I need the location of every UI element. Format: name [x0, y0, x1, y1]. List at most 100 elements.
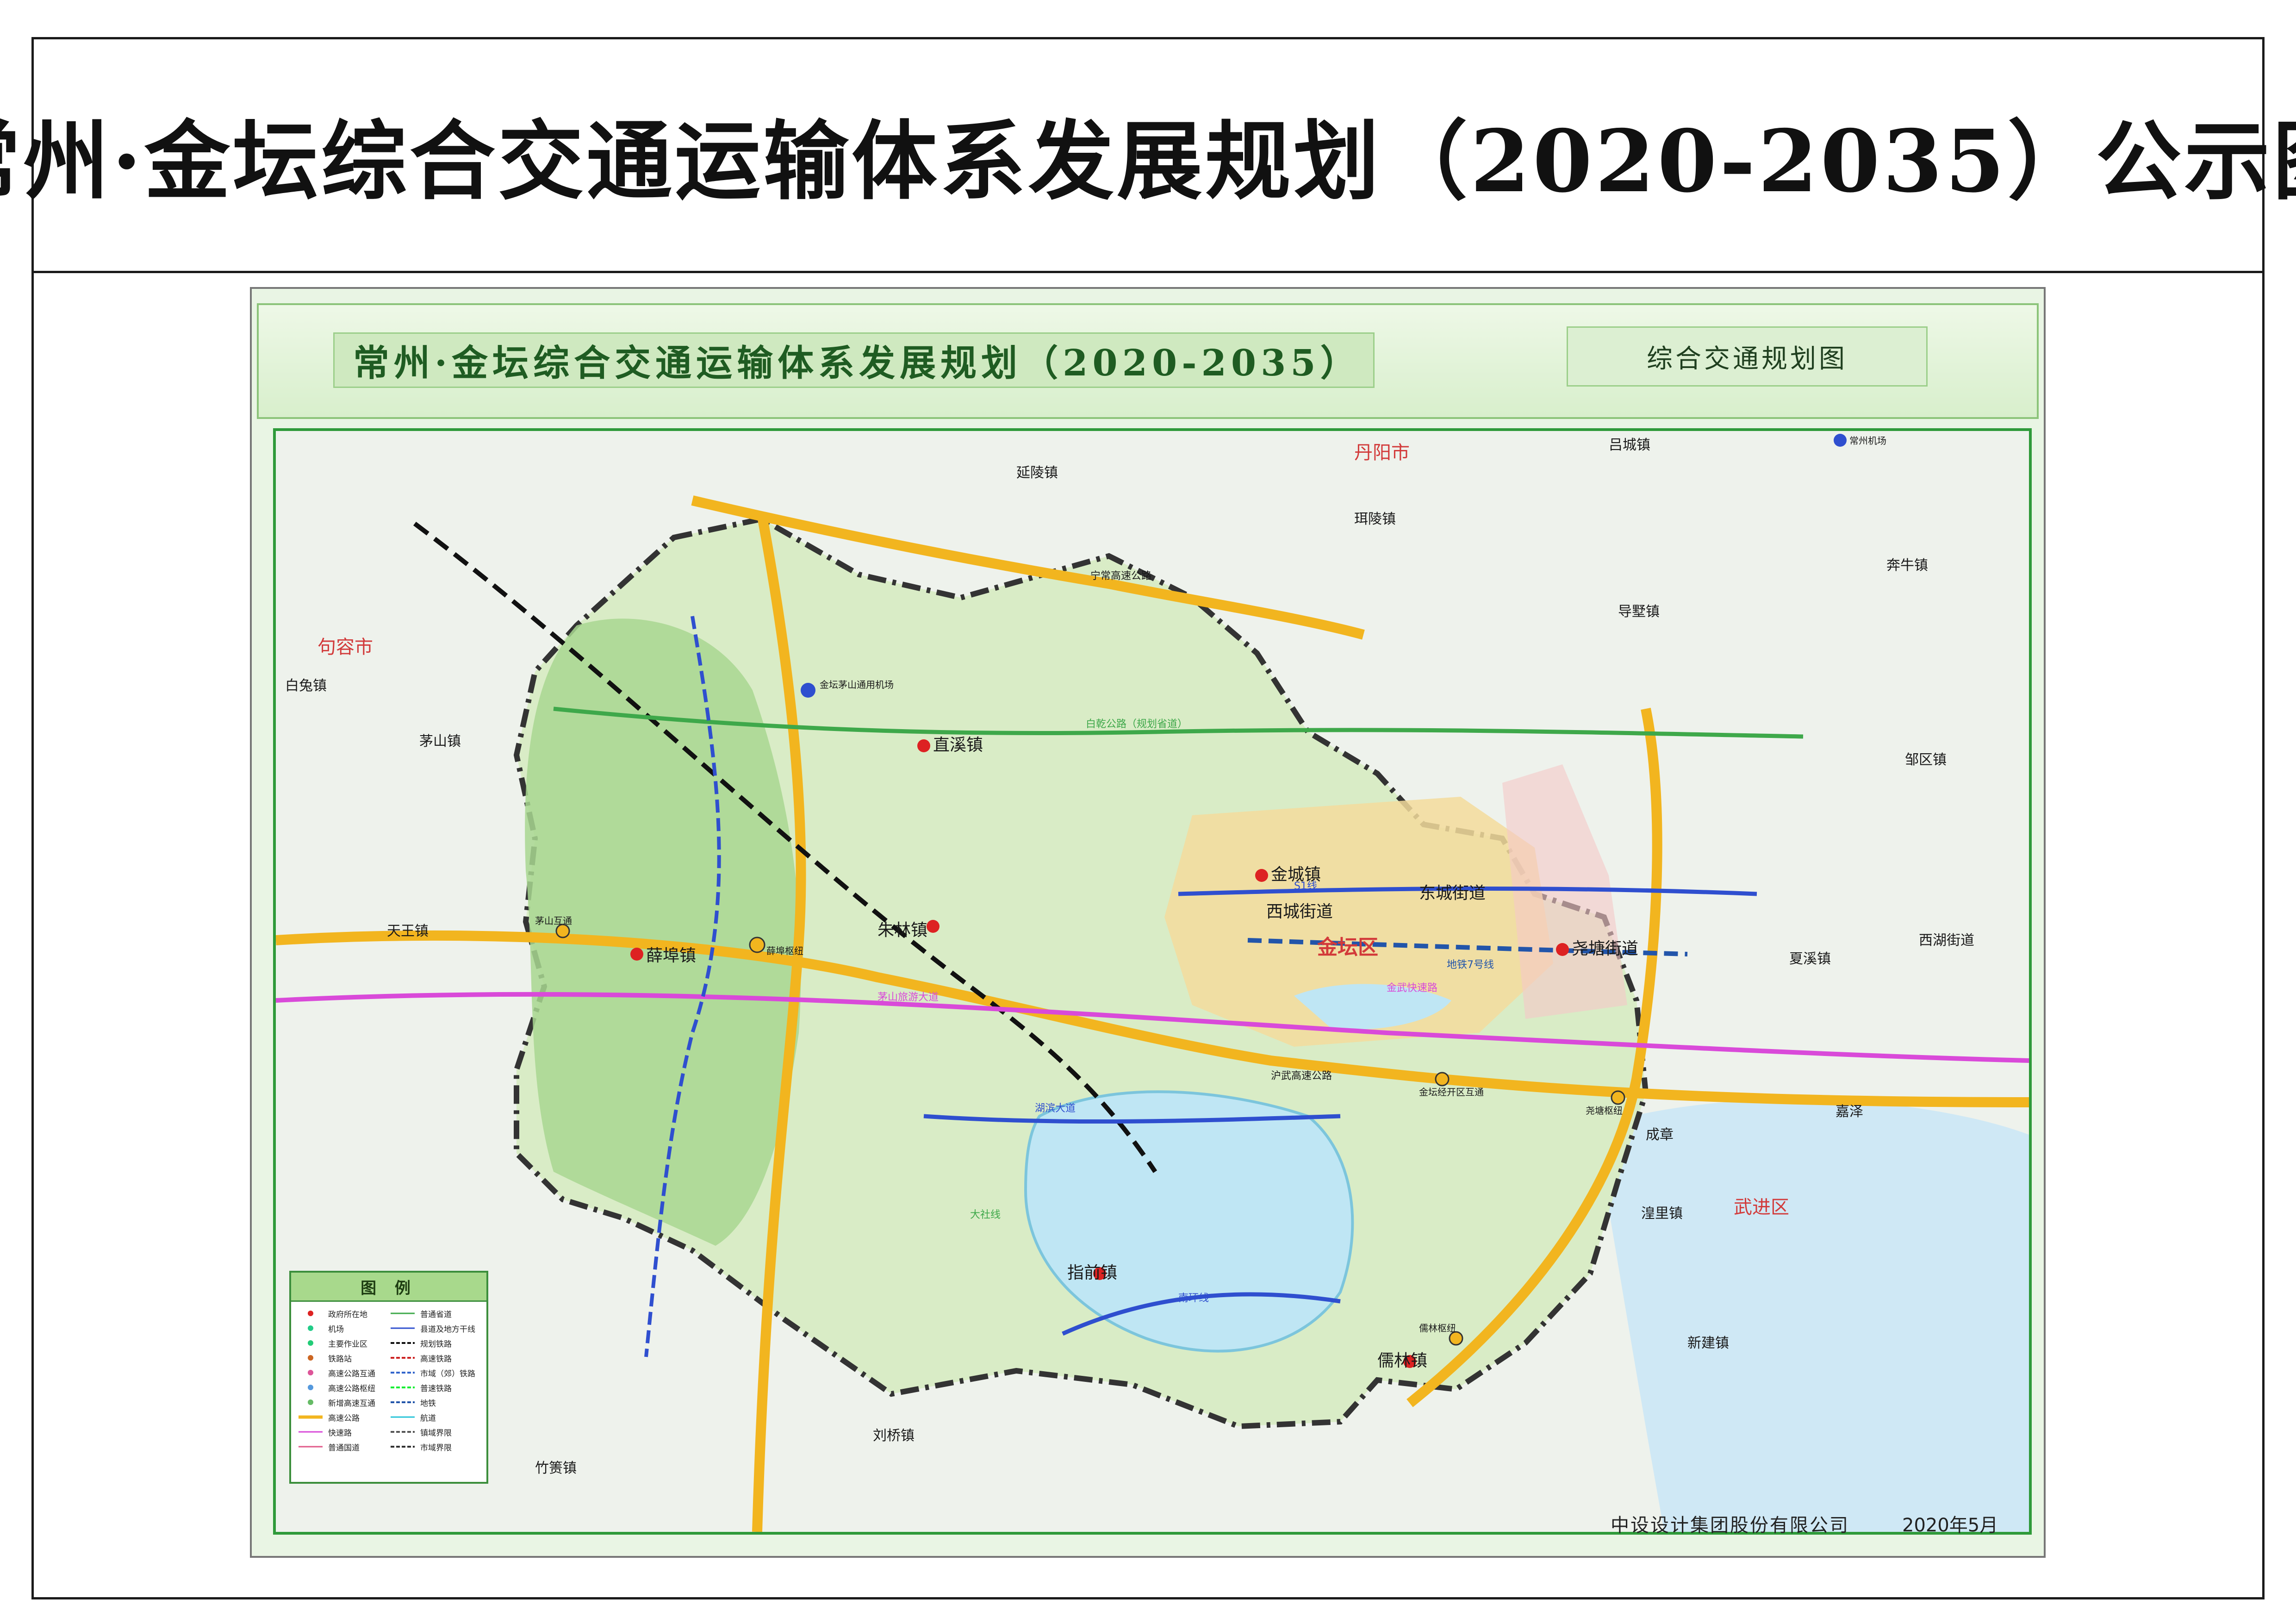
legend-item-label: 新增高速互通	[328, 1399, 375, 1408]
road-label-jinwu: 金武快速路	[1387, 982, 1437, 994]
benniu-airport-icon	[1834, 434, 1847, 447]
map-canvas[interactable]: 直溪镇 朱林镇 薛埠镇 金城镇 西城街道 东城街道 尧塘街道 指前镇 儒林镇 延…	[273, 428, 2032, 1535]
legend-item-label: 高速铁路	[420, 1354, 452, 1364]
legend-item: 高速铁路	[389, 1351, 481, 1365]
legend-title: 图 例	[291, 1273, 486, 1302]
legend-symbol-icon	[297, 1354, 324, 1362]
legend-item-label: 市域界限	[420, 1443, 452, 1453]
map-svg: 直溪镇 朱林镇 薛埠镇 金城镇 西城街道 东城街道 尧塘街道 指前镇 儒林镇 延…	[276, 431, 2029, 1532]
legend-symbol-icon	[297, 1443, 324, 1450]
legend-item: 航道	[389, 1410, 481, 1424]
legend-symbol-icon	[389, 1413, 417, 1421]
label-yaotang-hub: 尧塘枢纽	[1586, 1105, 1623, 1116]
rulin-hub-icon	[1449, 1331, 1463, 1346]
label-xuebu-hub: 薛埠枢纽	[766, 945, 803, 956]
legend-item-label: 政府所在地	[328, 1310, 367, 1319]
legend-item-label: 普速铁路	[420, 1384, 452, 1393]
legend-item: 政府所在地	[297, 1306, 389, 1320]
legend-item-label: 普通国道	[328, 1443, 360, 1453]
legend-item: 快速路	[297, 1425, 389, 1439]
legend-item: 市域（郊）铁路	[389, 1366, 481, 1380]
town-label-huangli: 湟里镇	[1641, 1206, 1683, 1222]
legend-symbol-icon	[389, 1428, 417, 1436]
town-label-daoshu: 导墅镇	[1618, 604, 1660, 620]
town-label-lvcheng: 吕城镇	[1609, 437, 1650, 453]
legend-symbol-icon	[389, 1354, 417, 1362]
jintan-hub-icon	[1435, 1072, 1450, 1087]
legend-symbol-icon	[389, 1443, 417, 1450]
legend-item: 铁路站	[297, 1351, 389, 1365]
town-label-yanling: 延陵镇	[1016, 465, 1058, 481]
legend-item-label: 高速公路枢纽	[328, 1384, 375, 1393]
legend-symbol-icon	[389, 1339, 417, 1347]
town-label-erling: 珥陵镇	[1354, 511, 1396, 527]
legend-item: 普通省道	[389, 1306, 481, 1320]
map-subtitle: 常州·金坛综合交通运输体系发展规划（2020-2035）	[333, 332, 1375, 388]
legend-item: 高速公路	[297, 1410, 389, 1424]
xuebu-hub-icon	[749, 937, 765, 953]
legend-item: 市域界限	[389, 1440, 481, 1454]
town-label-xiaxi: 夏溪镇	[1789, 951, 1831, 967]
legend-item-label: 机场	[328, 1324, 344, 1334]
town-label-baitu: 白兔镇	[285, 678, 327, 694]
town-label-chengzhang: 成章	[1646, 1127, 1674, 1143]
legend-symbol-icon	[297, 1339, 324, 1347]
legend-symbol-icon	[389, 1399, 417, 1406]
legend-item: 普速铁路	[389, 1380, 481, 1394]
legend-item: 镇域界限	[389, 1425, 481, 1439]
legend-symbol-icon	[297, 1413, 324, 1421]
town-label-benniu: 奔牛镇	[1886, 557, 1928, 574]
legend-item: 普通国道	[297, 1440, 389, 1454]
legend-item-label: 高速公路	[328, 1413, 360, 1423]
xuebu-marker	[630, 948, 643, 961]
legend-symbol-icon	[389, 1324, 417, 1332]
town-label-maoshan: 茅山镇	[419, 733, 461, 750]
region-label-danyang: 丹阳市	[1354, 442, 1410, 463]
town-label-xinjian: 新建镇	[1687, 1335, 1729, 1351]
legend-item-label: 主要作业区	[328, 1339, 367, 1349]
legend-symbol-icon	[389, 1369, 417, 1376]
town-label-yaotang: 尧塘街道	[1572, 939, 1638, 958]
legend-item: 主要作业区	[297, 1336, 389, 1350]
town-label-zhixi: 直溪镇	[933, 736, 983, 755]
legend-symbol-icon	[297, 1324, 324, 1332]
region-label-jurong: 句容市	[317, 637, 373, 658]
town-label-xuebu: 薛埠镇	[646, 946, 696, 965]
yaotang-marker	[1556, 943, 1569, 956]
legend-symbol-icon	[389, 1310, 417, 1317]
legend: 图 例 政府所在地 普通省道机场 县道及地方干线主要作业区 规划铁路铁路站 高速铁路高速…	[289, 1271, 488, 1484]
airport-icon	[801, 683, 815, 698]
town-label-zhiqian: 指前镇	[1067, 1263, 1117, 1282]
maoshan-hub-icon	[555, 924, 570, 938]
town-label-zhuhuang: 竹箦镇	[535, 1460, 577, 1476]
legend-item: 新增高速互通	[297, 1395, 389, 1409]
publish-date: 2020年5月	[1902, 1515, 1998, 1536]
town-label-xicheng: 西城街道	[1266, 902, 1333, 921]
legend-item-label: 铁路站	[328, 1354, 352, 1364]
legend-item-label: 县道及地方干线	[420, 1324, 475, 1334]
legend-item-label: 高速公路互通	[328, 1369, 375, 1379]
legend-item-label: 市域（郊）铁路	[420, 1369, 475, 1379]
legend-item-label: 快速路	[328, 1428, 352, 1438]
road-label-dashe: 大社线	[970, 1209, 1001, 1221]
legend-symbol-icon	[297, 1384, 324, 1391]
legend-symbol-icon	[297, 1369, 324, 1376]
legend-item: 地铁	[389, 1395, 481, 1409]
legend-item: 规划铁路	[389, 1336, 481, 1350]
legend-symbol-icon	[297, 1399, 324, 1406]
jincheng-marker	[1255, 869, 1268, 882]
legend-item-label: 航道	[420, 1413, 436, 1423]
road-label-hubin: 湖滨大道	[1035, 1103, 1076, 1114]
town-label-zhulin: 朱林镇	[877, 921, 927, 940]
road-label-nanhuan: 南环线	[1178, 1293, 1209, 1304]
town-label-zouqu: 邹区镇	[1905, 752, 1947, 768]
legend-symbol-icon	[389, 1384, 417, 1391]
legend-item-label: 镇域界限	[420, 1428, 452, 1438]
legend-item: 机场	[297, 1321, 389, 1335]
label-benniu-airport: 常州机场	[1849, 435, 1886, 446]
page-title: 常州·金坛综合交通运输体系发展规划（2020-2035）公示图	[0, 110, 2296, 212]
map-type-label: 综合交通规划图	[1567, 326, 1928, 387]
title-band: 常州·金坛综合交通运输体系发展规划（2020-2035）公示图	[0, 37, 2296, 273]
road-label-metro7: 地铁7号线	[1447, 959, 1494, 971]
legend-body: 政府所在地 普通省道机场 县道及地方干线主要作业区 规划铁路铁路站 高速铁路高速公路互通…	[291, 1302, 486, 1458]
